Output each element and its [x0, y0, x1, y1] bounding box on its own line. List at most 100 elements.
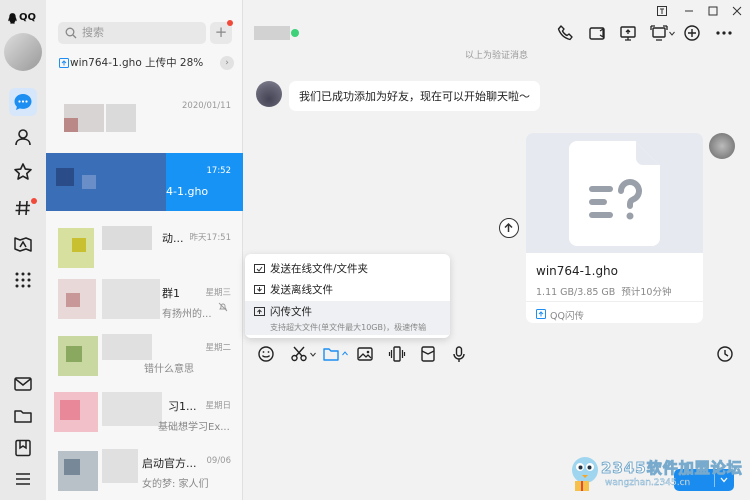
- menu-item-flash-transfer[interactable]: 闪传文件 支持超大文件(单文件最大10GB)，极速传输: [245, 301, 450, 335]
- file-folder-icon[interactable]: [322, 345, 340, 363]
- more-options-icon[interactable]: [715, 24, 733, 42]
- vibrate-icon[interactable]: [388, 345, 406, 363]
- video-call-icon[interactable]: [588, 24, 606, 42]
- maximize-icon[interactable]: [708, 6, 718, 16]
- file-progress-text: 1.11 GB/3.85 GB 预计10分钟: [536, 284, 671, 298]
- emoji-icon[interactable]: [257, 345, 275, 363]
- blur-block: [106, 104, 136, 132]
- scissors-dropdown-icon[interactable]: [310, 352, 316, 357]
- conversation-name: 4-1.gho: [166, 185, 209, 198]
- blur-block: [66, 346, 82, 362]
- my-avatar[interactable]: [709, 133, 735, 159]
- conversation-name: 动...: [162, 232, 184, 245]
- menu-item-label: 发送在线文件/文件夹: [270, 263, 369, 275]
- blur-block: [56, 168, 74, 186]
- watermark-mascot-icon: [572, 457, 598, 491]
- conversation-item[interactable]: 启动官方... 女的梦: 家人们 09/06: [46, 443, 243, 500]
- file-message-card[interactable]: win764-1.gho 1.11 GB/3.85 GB 预计10分钟 QQ闪传: [526, 133, 703, 323]
- contact-name-blurred[interactable]: [254, 26, 290, 40]
- file-size: 1.11 GB/3.85 GB: [536, 287, 616, 298]
- conversation-list: 搜索 + win764-1.gho 上传中 28% › 2020/01/11 4…: [46, 0, 243, 500]
- conversation-preview: 女的梦: 家人们: [142, 479, 209, 490]
- peer-avatar[interactable]: [256, 81, 282, 107]
- dropdown-chevron-icon[interactable]: [669, 31, 675, 36]
- menu-item-send-online[interactable]: 发送在线文件/文件夹: [245, 261, 450, 276]
- file-source-label: QQ闪传: [550, 311, 584, 322]
- blur-block: [60, 400, 80, 420]
- user-avatar[interactable]: [4, 33, 42, 71]
- conversation-name: 启动官方...: [142, 457, 197, 470]
- flash-file-icon: [254, 307, 265, 316]
- menu-item-subtitle: 支持超大文件(单文件最大10GB)，极速传输: [270, 323, 427, 332]
- screenshot-scissors-icon[interactable]: [290, 345, 308, 363]
- close-icon[interactable]: [732, 6, 742, 16]
- phone-icon[interactable]: [557, 24, 575, 42]
- flash-transfer-icon: [536, 309, 546, 319]
- blur-block: [102, 226, 152, 250]
- qq-penguin-icon: [8, 13, 17, 24]
- menu-item-label: 发送离线文件: [270, 284, 333, 296]
- menu-item-label: 闪传文件: [270, 306, 312, 318]
- conversation-preview: 基础想学习Ex...: [158, 422, 230, 433]
- blur-block: [102, 449, 138, 483]
- left-nav: QQ: [0, 0, 46, 500]
- conversation-time: 2020/01/11: [182, 101, 231, 111]
- red-packet-icon[interactable]: [419, 345, 437, 363]
- conversation-item[interactable]: 2020/01/11: [46, 88, 243, 146]
- conversation-name: 群1: [162, 287, 180, 300]
- menu-icon[interactable]: [11, 467, 35, 491]
- folder-icon[interactable]: [11, 404, 35, 428]
- microphone-icon[interactable]: [450, 345, 468, 363]
- channels-icon[interactable]: [11, 232, 35, 256]
- add-member-icon[interactable]: [683, 24, 701, 42]
- file-send-menu: 发送在线文件/文件夹 发送离线文件 闪传文件 支持超大文件(单文件最大10GB)…: [245, 254, 450, 338]
- folder-dropdown-icon[interactable]: [342, 351, 348, 356]
- blur-block: [82, 175, 96, 189]
- peer-message-bubble: 我们已成功添加为好友，现在可以开始聊天啦～: [289, 81, 540, 111]
- conversation-item-selected[interactable]: 4-1.gho 17:52: [46, 153, 243, 211]
- mute-bell-icon: [218, 302, 228, 312]
- messages-icon[interactable]: [9, 88, 37, 116]
- conversation-item[interactable]: 群1 有扬州的... 星期三: [46, 273, 243, 331]
- blur-block: [102, 334, 152, 360]
- add-notification-dot: [227, 20, 233, 26]
- conversation-item[interactable]: 动... 昨天17:51: [46, 218, 243, 276]
- conversation-time: 星期二: [205, 343, 231, 353]
- conversation-time: 09/06: [206, 456, 232, 466]
- system-note: 以上为验证消息: [464, 51, 528, 61]
- blur-block: [64, 459, 80, 475]
- watermark: 2345软件加盟论坛 wangzhan.2345.cn: [565, 452, 745, 496]
- upload-status-bar[interactable]: win764-1.gho 上传中 28% ›: [54, 53, 238, 73]
- favorites-icon[interactable]: [11, 160, 35, 184]
- watermark-title: 2345软件加盟论坛: [601, 459, 743, 478]
- search-input[interactable]: 搜索: [58, 22, 206, 44]
- card-divider: [526, 301, 703, 302]
- upload-file-icon: [59, 58, 69, 68]
- pin-window-icon[interactable]: [657, 6, 667, 16]
- menu-item-send-offline[interactable]: 发送离线文件: [245, 282, 450, 297]
- screen-share-icon[interactable]: [619, 24, 637, 42]
- file-name: win764-1.gho: [536, 264, 619, 278]
- remote-desktop-icon[interactable]: [650, 24, 668, 42]
- minimize-icon[interactable]: [684, 6, 694, 16]
- offline-file-icon: [254, 285, 265, 294]
- conversation-name: 习1...: [168, 400, 197, 413]
- conversation-preview: 错什么意思: [144, 364, 194, 375]
- file-thumbnail: [526, 133, 703, 253]
- conversation-item[interactable]: 习1... 基础想学习Ex... 星期日: [46, 386, 243, 444]
- contacts-icon[interactable]: [11, 125, 35, 149]
- conversation-preview: 有扬州的...: [162, 309, 212, 320]
- unknown-file-icon: [569, 141, 660, 246]
- search-icon: [65, 27, 77, 39]
- apps-grid-icon[interactable]: [11, 268, 35, 292]
- upload-arrow-icon[interactable]: [499, 218, 519, 238]
- conversation-item[interactable]: 错什么意思 星期二: [46, 328, 243, 386]
- chevron-right-icon[interactable]: ›: [220, 56, 234, 70]
- conversation-time: 昨天17:51: [189, 233, 232, 243]
- bookmark-icon[interactable]: [11, 436, 35, 460]
- image-icon[interactable]: [356, 345, 374, 363]
- history-clock-icon[interactable]: [716, 345, 734, 363]
- notification-dot: [31, 198, 37, 204]
- mail-icon[interactable]: [11, 372, 35, 396]
- blur-block: [102, 392, 162, 426]
